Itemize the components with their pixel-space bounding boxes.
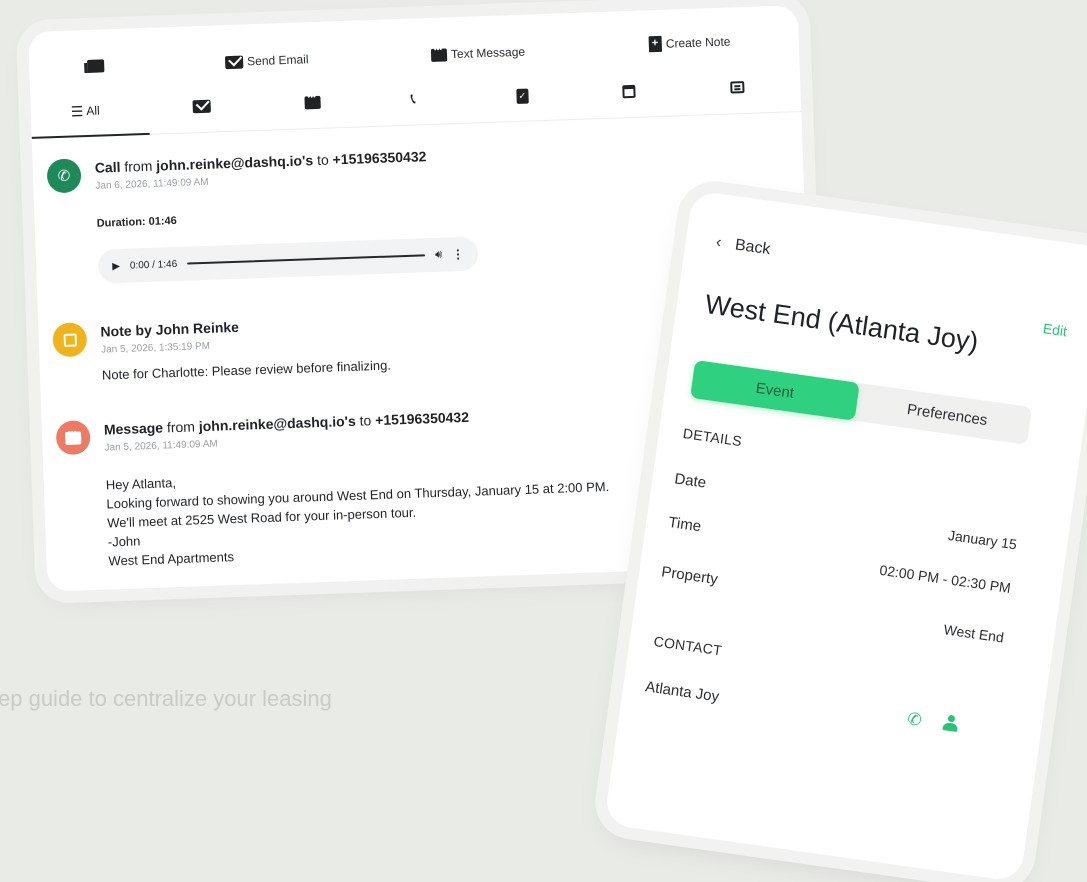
message-body: Hey Atlanta, Looking forward to showing … [106,458,612,570]
note-body: Note for Charlotte: Please review before… [101,357,392,383]
to-word: to [316,151,329,168]
time-label: Time [667,513,703,536]
phone-icon: ✆ [57,167,71,186]
details-heading: DETAILS [681,425,744,450]
call-entry: ✆ Call from john.reinke@dashq.io's to +1… [46,134,787,310]
create-note-label: Create Note [665,34,731,51]
filter-call[interactable]: 📞︎ [410,91,416,108]
tab-event[interactable]: Event [690,359,860,421]
contact-actions: ✆ [906,709,959,736]
chat-icon [87,59,105,73]
email-icon [192,99,211,114]
audio-player[interactable]: ▶ 0:00 / 1:46 🔊︎ ⋮ [97,236,479,284]
note-timestamp: Jan 5, 2026, 1:35:19 PM [100,340,211,356]
message-type: Message [103,419,164,438]
back-label: Back [733,236,772,259]
note-icon [63,333,77,347]
filter-log[interactable] [730,81,745,94]
property-value: West End [942,621,1005,646]
date-label: Date [673,470,708,492]
from-word: from [124,157,153,175]
volume-icon[interactable]: 🔊︎ [435,248,442,261]
email-icon [224,55,244,69]
to-word: to [359,412,372,429]
call-type: Call [94,158,121,176]
create-note-button[interactable]: Create Note [648,33,731,53]
filter-note[interactable] [516,88,529,104]
back-button[interactable]: ‹ Back [715,234,772,259]
player-time: 0:00 / 1:46 [129,258,178,272]
play-icon[interactable]: ▶ [112,260,120,271]
property-label: Property [660,563,719,589]
call-duration: Duration: 01:46 [96,214,177,230]
text-message-label: Text Message [450,44,526,62]
event-title: West End (Atlanta Joy) [703,288,981,358]
send-email-button[interactable]: Send Email [224,52,309,69]
filter-email[interactable] [192,99,211,114]
filter-message[interactable] [304,95,321,110]
message-title: Message from john.reinke@dashq.io's to +… [104,409,470,438]
call-sender: john.reinke@dashq.io's [155,152,314,174]
message-icon [430,47,448,62]
message-timestamp: Jan 5, 2026, 11:49:09 AM [104,438,218,454]
chevron-left-icon: ‹ [714,233,723,252]
contact-name: Atlanta Joy [644,678,721,706]
message-recipient: +15196350432 [374,408,470,429]
message-sender: john.reinke@dashq.io's [198,412,357,435]
tab-preferences[interactable]: Preferences [862,384,1032,445]
note-title: Note by John Reinke [100,318,240,340]
call-timestamp: Jan 6, 2026, 11:49:09 AM [95,176,209,192]
note-avatar [52,322,88,358]
player-progress-track[interactable] [187,254,426,265]
time-value: 02:00 PM - 02:30 PM [878,561,1012,597]
edit-button[interactable]: Edit [1042,320,1068,339]
active-filter-indicator [31,132,150,139]
message-avatar [55,420,91,456]
chat-button[interactable] [87,59,105,73]
call-avatar: ✆ [46,158,82,194]
date-value: January 15 [947,526,1018,553]
clipboard-icon [516,88,529,104]
send-email-label: Send Email [246,52,309,69]
text-message-button[interactable]: Text Message [430,44,526,62]
person-icon[interactable] [943,714,959,732]
note-add-icon [648,35,663,53]
from-word: from [166,418,196,436]
filter-event[interactable] [622,84,636,99]
list-icon: ☰ [70,103,84,120]
contact-heading: CONTACT [652,633,724,659]
phone-icon[interactable]: ✆ [906,709,923,731]
message-icon [304,95,321,110]
call-recipient: +15196350432 [332,148,427,168]
filter-all[interactable]: ☰ All [70,103,100,120]
calendar-icon [622,84,636,99]
call-title: Call from john.reinke@dashq.io's to +151… [94,148,426,176]
footer-tagline: ep guide to centralize your leasing [0,686,332,711]
message-icon [64,430,82,445]
log-icon [730,81,745,94]
phone-icon: 📞︎ [410,90,417,108]
more-options-icon[interactable]: ⋮ [452,247,464,261]
filter-all-label: All [86,103,100,119]
